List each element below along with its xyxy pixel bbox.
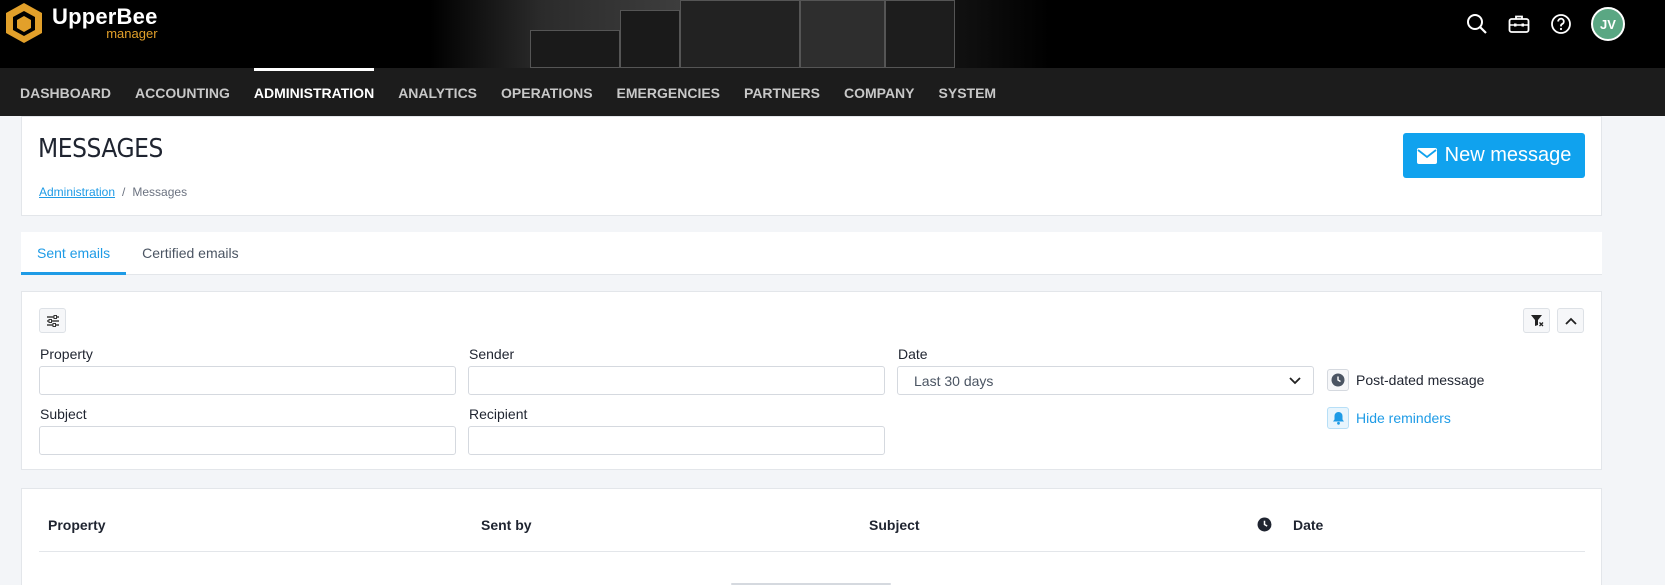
- nav-item-analytics[interactable]: ANALYTICS: [398, 68, 477, 116]
- page-title: MESSAGES: [38, 134, 163, 164]
- subject-filter-input[interactable]: [39, 426, 456, 455]
- clear-filters-button[interactable]: [1523, 308, 1550, 333]
- toolbox-icon[interactable]: [1507, 12, 1531, 36]
- new-message-label: New message: [1444, 144, 1572, 166]
- breadcrumb-current: Messages: [132, 185, 188, 199]
- hide-reminders-label: Hide reminders: [1356, 410, 1451, 426]
- breadcrumb-administration-link[interactable]: Administration: [39, 185, 115, 199]
- messages-table-card: [21, 488, 1602, 585]
- property-filter-label: Property: [40, 346, 93, 362]
- date-filter-label: Date: [898, 346, 928, 362]
- help-icon[interactable]: [1549, 12, 1573, 36]
- nav-item-accounting[interactable]: ACCOUNTING: [135, 68, 230, 116]
- nav-item-operations[interactable]: OPERATIONS: [501, 68, 593, 116]
- sender-filter-label: Sender: [469, 346, 515, 362]
- table-header-divider: [39, 551, 1585, 552]
- column-header-date[interactable]: Date: [1293, 517, 1323, 533]
- recipient-filter-input[interactable]: [468, 426, 885, 455]
- tab-sent-emails[interactable]: Sent emails: [21, 232, 127, 275]
- hexagon-logo-icon: [6, 3, 42, 43]
- user-avatar[interactable]: JV: [1591, 7, 1625, 41]
- sliders-icon: [46, 314, 59, 327]
- post-dated-message-label: Post-dated message: [1356, 372, 1485, 388]
- chevron-down-icon: [1289, 376, 1301, 384]
- chevron-up-icon: [1564, 317, 1577, 325]
- top-bar: UpperBee manager JV: [0, 0, 1665, 68]
- property-filter-input[interactable]: [39, 366, 456, 395]
- recipient-filter-label: Recipient: [469, 406, 528, 422]
- breadcrumb-separator: /: [122, 185, 126, 199]
- post-dated-message-toggle[interactable]: Post-dated message: [1327, 369, 1484, 391]
- envelope-icon: [1416, 147, 1437, 164]
- subject-filter-label: Subject: [40, 406, 87, 422]
- nav-item-company[interactable]: COMPANY: [844, 68, 915, 116]
- brand-name: UpperBee: [52, 4, 158, 29]
- tab-certified-emails[interactable]: Certified emails: [126, 232, 254, 275]
- nav-item-system[interactable]: SYSTEM: [939, 68, 997, 116]
- post-dated-column-clock-icon: [1257, 517, 1272, 537]
- new-message-button[interactable]: New message: [1403, 133, 1585, 178]
- filter-clear-icon: [1530, 315, 1543, 327]
- clock-icon: [1327, 369, 1349, 391]
- filter-settings-button[interactable]: [39, 308, 66, 333]
- collapse-filters-button[interactable]: [1557, 308, 1584, 333]
- main-nav: DASHBOARD ACCOUNTING ADMINISTRATION ANAL…: [0, 68, 1665, 116]
- page-header-card: [21, 116, 1602, 216]
- column-header-sent-by[interactable]: Sent by: [481, 517, 532, 533]
- date-filter-select[interactable]: Last 30 days: [897, 366, 1314, 395]
- hide-reminders-toggle[interactable]: Hide reminders: [1327, 407, 1451, 429]
- breadcrumb: Administration / Messages: [39, 185, 187, 199]
- brand-logo[interactable]: UpperBee manager: [4, 0, 158, 46]
- bell-icon: [1327, 407, 1349, 429]
- header-building-image: [430, 0, 1050, 68]
- column-header-subject[interactable]: Subject: [869, 517, 920, 533]
- search-icon[interactable]: [1465, 12, 1489, 36]
- nav-item-dashboard[interactable]: DASHBOARD: [20, 68, 111, 116]
- nav-item-emergencies[interactable]: EMERGENCIES: [617, 68, 720, 116]
- column-header-property[interactable]: Property: [48, 517, 106, 533]
- date-filter-value: Last 30 days: [914, 372, 994, 389]
- sender-filter-input[interactable]: [468, 366, 885, 395]
- nav-item-partners[interactable]: PARTNERS: [744, 68, 820, 116]
- nav-item-administration[interactable]: ADMINISTRATION: [253, 68, 375, 116]
- message-tabs: Sent emails Certified emails: [21, 232, 1602, 275]
